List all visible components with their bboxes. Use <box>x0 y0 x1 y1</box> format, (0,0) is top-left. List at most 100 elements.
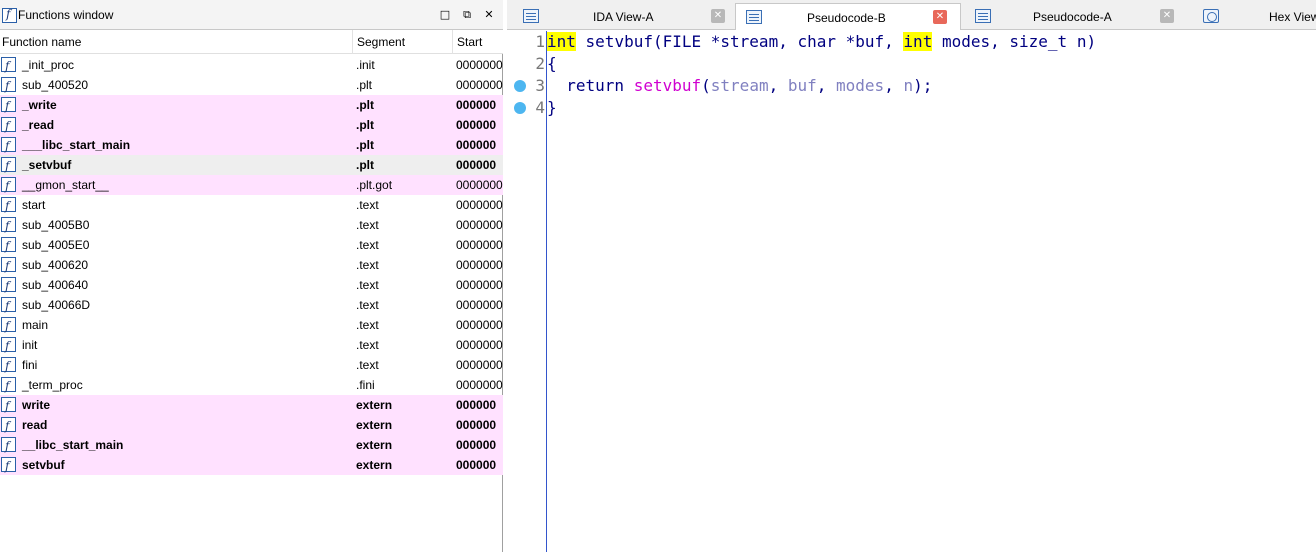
close-tab-icon[interactable]: ✕ <box>711 9 725 23</box>
table-row[interactable]: ___libc_start_main .plt 000000 <box>0 135 503 155</box>
table-row[interactable]: sub_400640 .text 0000000 <box>0 275 503 295</box>
start-address: 0000000 <box>456 78 503 92</box>
function-name: ___libc_start_main <box>22 138 131 152</box>
table-row[interactable]: __libc_start_main extern 000000 <box>0 435 503 455</box>
segment: .plt <box>356 118 374 132</box>
functions-window: Functions window □ ⧉ ✕ Function name Seg… <box>0 0 503 552</box>
code-text: } <box>547 97 557 119</box>
breakpoint-dot-icon[interactable] <box>514 102 526 114</box>
function-name: _read <box>22 118 55 132</box>
table-row[interactable]: sub_400620 .text 0000000 <box>0 255 503 275</box>
function-icon <box>1 236 16 255</box>
table-row[interactable]: sub_400520 .plt 0000000 <box>0 75 503 95</box>
table-row[interactable]: sub_4005B0 .text 0000000 <box>0 215 503 235</box>
code-token: buf <box>787 76 817 95</box>
maximize-icon[interactable]: □ <box>437 7 453 23</box>
tab-ida-view-a[interactable]: IDA View-A ✕ <box>513 3 735 30</box>
tab-pseudocode-a[interactable]: Pseudocode-A ✕ <box>965 3 1189 30</box>
function-icon <box>1 196 16 215</box>
functions-table-header: Function name Segment Start <box>0 30 503 54</box>
table-row[interactable]: fini .text 0000000 <box>0 355 503 375</box>
table-row[interactable]: sub_40066D .text 0000000 <box>0 295 503 315</box>
column-divider[interactable] <box>452 30 453 54</box>
segment: .text <box>356 218 379 232</box>
code-token: stream <box>710 76 769 95</box>
column-header-function-name[interactable]: Function name <box>0 30 81 54</box>
segment: extern <box>356 458 393 472</box>
function-name: _write <box>22 98 57 112</box>
segment: extern <box>356 418 393 432</box>
segment: .plt.got <box>356 178 393 192</box>
column-header-start[interactable]: Start <box>455 30 482 54</box>
function-name: main <box>22 318 49 332</box>
segment: .text <box>356 258 379 272</box>
function-icon <box>1 176 16 195</box>
segment: .init <box>356 58 375 72</box>
function-icon <box>1 416 16 435</box>
column-divider[interactable] <box>352 30 353 54</box>
table-row[interactable]: main .text 0000000 <box>0 315 503 335</box>
code-token: n <box>903 76 914 95</box>
function-name: start <box>22 198 46 212</box>
functions-table-body: _init_proc .init 0000000 sub_400520 .plt 0000… <box>0 55 503 475</box>
function-name: fini <box>22 358 38 372</box>
segment: .plt <box>356 138 374 152</box>
function-icon <box>1 456 16 475</box>
table-row[interactable]: setvbuf extern 000000 <box>0 455 503 475</box>
table-row[interactable]: read extern 000000 <box>0 415 503 435</box>
function-name: _setvbuf <box>22 158 72 172</box>
pseudocode-icon <box>975 9 991 23</box>
function-name: _term_proc <box>22 378 83 392</box>
tab-label: Hex View-1 <box>1269 10 1316 24</box>
function-name: __libc_start_main <box>22 438 124 452</box>
table-row[interactable]: start .text 0000000 <box>0 195 503 215</box>
function-icon <box>1 376 16 395</box>
function-icon <box>1 76 16 95</box>
segment: .plt <box>356 78 373 92</box>
segment: .text <box>356 238 379 252</box>
close-icon[interactable]: ✕ <box>481 7 497 23</box>
code-token: setvbuf(FILE *stream, char *buf, <box>575 32 904 51</box>
functions-window-titlebar[interactable]: Functions window □ ⧉ ✕ <box>0 0 503 30</box>
function-name: _init_proc <box>22 58 75 72</box>
line-number: 4 <box>535 98 545 117</box>
function-icon <box>1 136 16 155</box>
breakpoint-dot-icon[interactable] <box>514 80 526 92</box>
start-address: 0000000 <box>456 298 503 312</box>
tab-hex-view-1[interactable]: Hex View-1 <box>1193 3 1316 30</box>
table-row[interactable]: _init_proc .init 0000000 <box>0 55 503 75</box>
function-name: read <box>22 418 48 432</box>
function-icon <box>1 56 16 75</box>
start-address: 0000000 <box>456 358 503 372</box>
function-icon <box>1 96 16 115</box>
start-address: 000000 <box>456 458 497 472</box>
table-row[interactable]: write extern 000000 <box>0 395 503 415</box>
pseudocode-view[interactable]: 1 int setvbuf(FILE *stream, char *buf, in… <box>507 31 1316 552</box>
function-icon <box>1 256 16 275</box>
table-row[interactable]: _write .plt 000000 <box>0 95 503 115</box>
start-address: 0000000 <box>456 218 503 232</box>
tab-pseudocode-b[interactable]: Pseudocode-B ✕ <box>735 3 961 30</box>
function-name: sub_400640 <box>22 278 89 292</box>
segment: .plt <box>356 98 374 112</box>
table-row[interactable]: sub_4005E0 .text 0000000 <box>0 235 503 255</box>
tab-label: Pseudocode-A <box>1033 10 1112 24</box>
code-token: int <box>547 32 576 51</box>
table-row[interactable]: _setvbuf .plt 000000 <box>0 155 503 175</box>
table-row[interactable]: __gmon_start__ .plt.got 0000000 <box>0 175 503 195</box>
close-tab-icon[interactable]: ✕ <box>933 10 947 24</box>
pseudocode-icon <box>746 10 762 24</box>
close-tab-icon[interactable]: ✕ <box>1160 9 1174 23</box>
function-name: setvbuf <box>22 458 65 472</box>
table-row[interactable]: init .text 0000000 <box>0 335 503 355</box>
table-row[interactable]: _read .plt 000000 <box>0 115 503 135</box>
code-token: ); <box>913 76 933 95</box>
start-address: 000000 <box>456 98 497 112</box>
start-address: 0000000 <box>456 258 503 272</box>
column-header-segment[interactable]: Segment <box>355 30 405 54</box>
code-token: , <box>768 76 788 95</box>
table-row[interactable]: _term_proc .fini 0000000 <box>0 375 503 395</box>
code-text: return setvbuf(stream, buf, modes, n); <box>547 75 932 97</box>
start-address: 0000000 <box>456 378 503 392</box>
restore-icon[interactable]: ⧉ <box>459 7 475 23</box>
